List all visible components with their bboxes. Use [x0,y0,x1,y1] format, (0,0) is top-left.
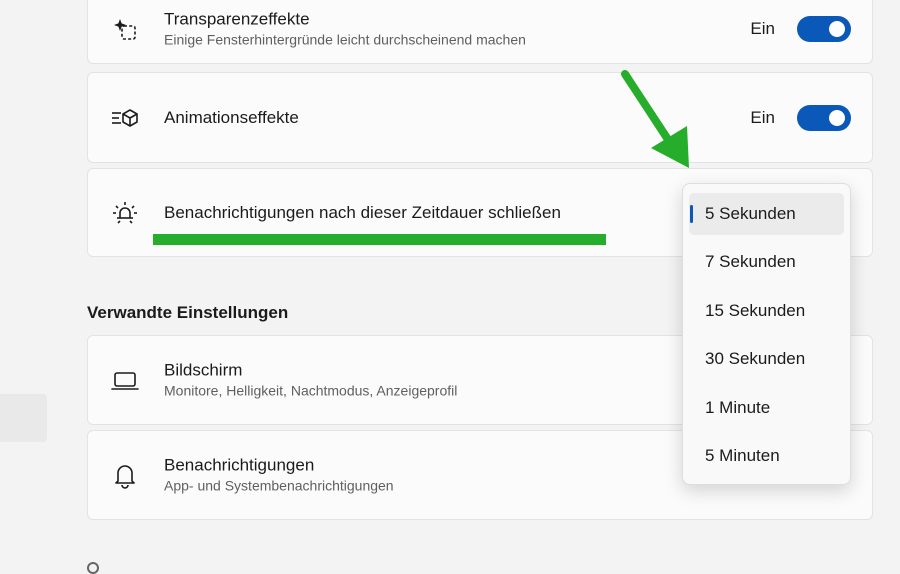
annotation-arrow [621,70,689,168]
dropdown-option[interactable]: 15 Sekunden [689,290,844,332]
animation-effects-title: Animationseffekte [164,107,299,127]
toggle-knob [829,21,845,37]
monitor-icon [110,365,140,395]
dropdown-option[interactable]: 30 Sekunden [689,338,844,380]
timeout-dropdown-list: 5 Sekunden 7 Sekunden 15 Sekunden 30 Sek… [682,183,851,485]
nav-selection-indicator[interactable] [0,394,47,442]
toggle-knob [829,109,845,126]
sparkle-transparency-icon [110,14,140,44]
notification-sun-icon [110,198,140,228]
bell-icon [110,460,140,490]
animation-toggle[interactable] [797,104,851,131]
transparency-effects-title: Transparenzeffekte [164,9,310,29]
related-item-subtitle: App- und Systembenachrichtigungen [164,477,394,494]
related-item-title: Benachrichtigungen [164,455,315,475]
animation-effects-card: Animationseffekte Ein [87,72,873,163]
transparency-effects-card: Transparenzeffekte Einige Fensterhinterg… [87,0,873,64]
dropdown-option[interactable]: 7 Sekunden [689,241,844,283]
related-item-subtitle: Monitore, Helligkeit, Nachtmodus, Anzeig… [164,382,458,399]
dropdown-option[interactable]: 5 Sekunden [689,193,844,235]
partial-icon [87,562,99,574]
transparency-toggle[interactable] [797,16,851,42]
transparency-effects-subtitle: Einige Fensterhintergründe leicht durchs… [164,31,526,48]
transparency-toggle-label: Ein [750,19,775,38]
dropdown-option[interactable]: 1 Minute [689,387,844,429]
notification-timeout-title: Benachrichtigungen nach dieser Zeitdauer… [164,202,561,222]
related-item-title: Bildschirm [164,360,243,380]
dropdown-option[interactable]: 5 Minuten [689,435,844,477]
animation-cube-icon [110,103,140,133]
annotation-underline [153,234,606,245]
animation-toggle-label: Ein [750,107,775,127]
related-settings-heading: Verwandte Einstellungen [87,303,289,322]
